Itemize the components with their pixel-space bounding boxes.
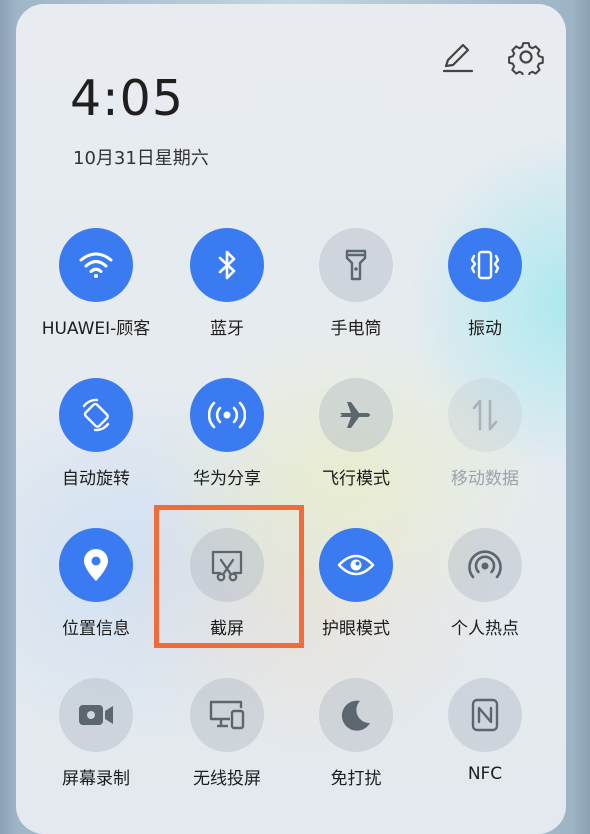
tile-label: 护眼模式 [322,619,390,639]
flashlight-icon [319,228,393,302]
clock-time: 4:05 [70,70,185,127]
tile-flashlight[interactable]: 手电筒 [291,228,421,358]
tile-label: 位置信息 [62,619,130,639]
rotate-icon [59,378,133,452]
tile-nfc[interactable]: NFC [420,678,550,808]
tile-wifi[interactable]: HUAWEI-顾客 [31,228,161,358]
gear-icon[interactable] [506,37,546,77]
airplane-icon [319,378,393,452]
tile-vibrate[interactable]: 振动 [420,228,550,358]
tile-label: 个人热点 [451,619,519,639]
tile-label: 振动 [468,319,502,339]
tile-airplane-mode[interactable]: 飞行模式 [291,378,421,508]
tile-wireless-projection[interactable]: 无线投屏 [162,678,292,808]
tile-do-not-disturb[interactable]: 免打扰 [291,678,421,808]
hotspot-icon [448,528,522,602]
tile-label: HUAWEI-顾客 [41,319,151,339]
eye-icon [319,528,393,602]
mobile-data-icon [448,378,522,452]
nfc-icon [448,678,522,752]
tile-label: 移动数据 [451,469,519,489]
tile-label: 无线投屏 [193,769,261,789]
tile-eye-comfort[interactable]: 护眼模式 [291,528,421,658]
tile-screen-record[interactable]: 屏幕录制 [31,678,161,808]
tile-auto-rotate[interactable]: 自动旋转 [31,378,161,508]
clock-date: 10月31日星期六 [73,148,209,169]
tile-location[interactable]: 位置信息 [31,528,161,658]
tile-mobile-data: 移动数据 [420,378,550,508]
vibrate-icon [448,228,522,302]
moon-icon [319,678,393,752]
wireless-projection-icon [190,678,264,752]
share-icon [190,378,264,452]
highlight-box [154,505,304,648]
tile-label: 手电筒 [330,319,382,339]
tile-label: 屏幕录制 [62,769,130,789]
quick-settings-panel: 4:05 10月31日星期六 HUAWEI-顾客 蓝牙 手电筒 振动 自动旋转 … [16,4,566,834]
tile-label: 蓝牙 [210,319,244,339]
bluetooth-icon [190,228,264,302]
tile-label: NFC [467,764,503,784]
tile-hotspot[interactable]: 个人热点 [420,528,550,658]
tile-label: 飞行模式 [322,469,390,489]
tile-huawei-share[interactable]: 华为分享 [162,378,292,508]
tile-bluetooth[interactable]: 蓝牙 [162,228,292,358]
tile-label: 自动旋转 [62,469,130,489]
wifi-icon [59,228,133,302]
screen-record-icon [59,678,133,752]
pencil-icon[interactable] [437,37,477,77]
tile-label: 免打扰 [330,769,382,789]
tile-label: 华为分享 [193,469,261,489]
location-icon [59,528,133,602]
